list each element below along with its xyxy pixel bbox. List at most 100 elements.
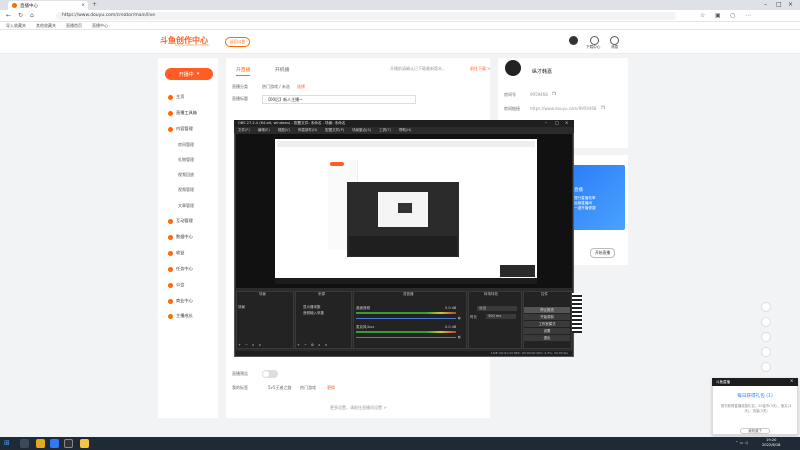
obs-menu-item[interactable]: 停靠部件(D) (298, 128, 317, 133)
obs-close-icon[interactable]: × (565, 120, 568, 125)
download-icon[interactable] (590, 36, 599, 45)
tag-option[interactable]: 热门游戏 (300, 385, 316, 391)
add-icon[interactable]: + (297, 343, 304, 347)
copy-icon[interactable]: ❐ (601, 105, 605, 110)
sidebar-subitem[interactable]: 视频回放 (178, 172, 194, 178)
more-settings-link[interactable]: 更多设置，请前往直播间设置 > (330, 405, 387, 411)
edge-browser-icon[interactable] (50, 439, 59, 448)
share-icon[interactable] (761, 317, 771, 327)
settings-button[interactable]: 设置 (524, 328, 570, 334)
close-tab-icon[interactable]: × (81, 3, 85, 8)
stop-streaming-button[interactable]: 停止推流 (524, 307, 570, 313)
start-recording-button[interactable]: 开始录制 (524, 314, 570, 320)
maximize-icon[interactable]: □ (776, 1, 782, 8)
remove-icon[interactable]: − (304, 343, 311, 347)
speaker-icon[interactable]: ◐ (458, 316, 461, 320)
sidebar-item-toolbox[interactable]: 直播工具箱 (168, 110, 197, 116)
feedback-icon[interactable] (761, 302, 771, 312)
url-input[interactable]: https://www.douyu.com/creator/main/live (56, 12, 676, 20)
start-live-button[interactable]: 开始直播 (590, 248, 616, 258)
sidebar-item-home[interactable]: 主页 (168, 94, 184, 100)
obs-menu-item[interactable]: 视图(V) (278, 128, 290, 133)
down-icon[interactable]: ∨ (258, 343, 265, 347)
download-center-label[interactable]: 下载中心 (586, 45, 600, 50)
bookmark-item[interactable]: 直播中心 (92, 23, 108, 29)
system-tray-icon[interactable]: ⌃ ▭ ◁ (735, 440, 748, 445)
download-link[interactable]: 前往下载 > (470, 66, 491, 72)
obs-maximize-icon[interactable]: □ (555, 120, 559, 125)
tag-change-link[interactable]: 更换 (327, 385, 335, 391)
tab-auto-live[interactable]: 开机播 (275, 66, 289, 73)
sidebar-item-business[interactable]: 商业中心 (168, 298, 193, 304)
sidebar-item-interaction[interactable]: 互动管理 (168, 218, 193, 224)
scene-toolbar[interactable]: +−∧∨ (238, 343, 265, 347)
obs-menu-item[interactable]: 编辑(E) (258, 128, 270, 133)
back-to-top-icon[interactable] (761, 362, 771, 372)
app-icon[interactable] (80, 439, 89, 448)
duration-input[interactable]: 300 ms (486, 314, 516, 319)
remove-icon[interactable]: − (245, 343, 252, 347)
sidebar-item-task[interactable]: 任务中心 (168, 266, 193, 272)
bookmark-item[interactable]: 直播首页 (66, 23, 82, 29)
sidebar-subitem[interactable]: 房间管理 (178, 142, 194, 148)
search-icon[interactable] (20, 439, 29, 448)
gear-icon[interactable]: ⚙ (311, 343, 318, 347)
sidebar-item-income[interactable]: 收益 (168, 250, 184, 256)
back-icon[interactable]: ← (6, 12, 11, 19)
category-select-link[interactable]: 选择 (297, 84, 305, 90)
popup-ok-button[interactable]: 我知道了 (740, 428, 770, 434)
sidebar-item-growth[interactable]: 主播成长 (168, 313, 193, 319)
obs-menu-item[interactable]: 文件(F) (238, 128, 250, 133)
obs-menu-item[interactable]: 配置文件(P) (325, 128, 344, 133)
source-toolbar[interactable]: +−⚙∧∨ (297, 343, 331, 347)
exit-button[interactable]: 退出 (524, 335, 570, 341)
bookmark-item[interactable]: 其他收藏夹 (36, 23, 56, 29)
title-input[interactable]: 【00后】新人主播~ (262, 95, 416, 104)
close-window-icon[interactable]: × (788, 1, 793, 8)
customer-service-icon[interactable] (761, 347, 771, 357)
copy-icon[interactable]: ❐ (552, 91, 556, 96)
tag-option[interactable]: 5v5王者之路 (268, 385, 291, 391)
down-icon[interactable]: ∨ (325, 343, 332, 347)
transition-select[interactable]: 淡出 (477, 306, 517, 311)
add-icon[interactable]: + (238, 343, 245, 347)
user-avatar[interactable] (569, 36, 578, 45)
speaker-icon[interactable]: ◐ (458, 335, 461, 339)
more-icon[interactable]: ⋯ (745, 12, 751, 19)
profile-icon[interactable]: ○ (730, 12, 735, 19)
sidebar-subitem[interactable]: 文章管理 (178, 203, 194, 209)
collections-icon[interactable]: ▣ (715, 12, 721, 19)
promo-banner[interactable]: 直播 提升直播效率 运营直播间 一键开播便捷 (570, 165, 625, 230)
obs-menu-item[interactable]: 场景集合(S) (352, 128, 371, 133)
volume-slider[interactable] (356, 337, 456, 338)
refresh-icon[interactable]: ↻ (18, 12, 23, 19)
bookmark-item[interactable]: 导入收藏夹 (6, 23, 26, 29)
file-explorer-icon[interactable] (36, 439, 45, 448)
source-item[interactable]: 显示器采集 (303, 305, 321, 310)
obs-app-icon[interactable] (64, 439, 73, 448)
sidebar-subitem[interactable]: 礼物管理 (178, 157, 194, 163)
popup-close-icon[interactable]: × (790, 378, 793, 383)
sidebar-item-content[interactable]: 内容管理 (168, 126, 193, 132)
clock[interactable]: 19:20 2022/6/18 (762, 438, 780, 448)
browser-tab[interactable]: 直播中心 × (8, 1, 88, 10)
obs-minimize-icon[interactable]: – (545, 120, 547, 125)
favorite-icon[interactable]: ☆ (700, 12, 705, 19)
volume-slider[interactable] (356, 318, 456, 319)
scene-item[interactable]: 场景 (238, 305, 245, 310)
message-label[interactable]: 消息 (611, 45, 618, 50)
back-to-site-button[interactable]: 返回斗鱼 (225, 37, 251, 47)
studio-mode-button[interactable]: 工作室模式 (524, 321, 570, 327)
windows-start-icon[interactable]: ⊞ (4, 440, 11, 447)
edit-icon[interactable] (761, 332, 771, 342)
source-item[interactable]: 音频输入采集 (303, 311, 324, 316)
sidebar-item-guild[interactable]: 公会 (168, 282, 184, 288)
sidebar-subitem[interactable]: 视频管理 (178, 187, 194, 193)
sidebar-item-data[interactable]: 数据中心 (168, 234, 193, 240)
home-icon[interactable]: ⌂ (30, 12, 34, 19)
obs-menu-item[interactable]: 帮助(H) (399, 128, 411, 133)
message-icon[interactable] (610, 36, 619, 45)
go-live-button[interactable]: 开播中 ▾ (165, 68, 213, 80)
preview-toggle[interactable] (262, 370, 278, 378)
room-link-value[interactable]: https://www.douyu.com/9959468 (530, 106, 596, 111)
